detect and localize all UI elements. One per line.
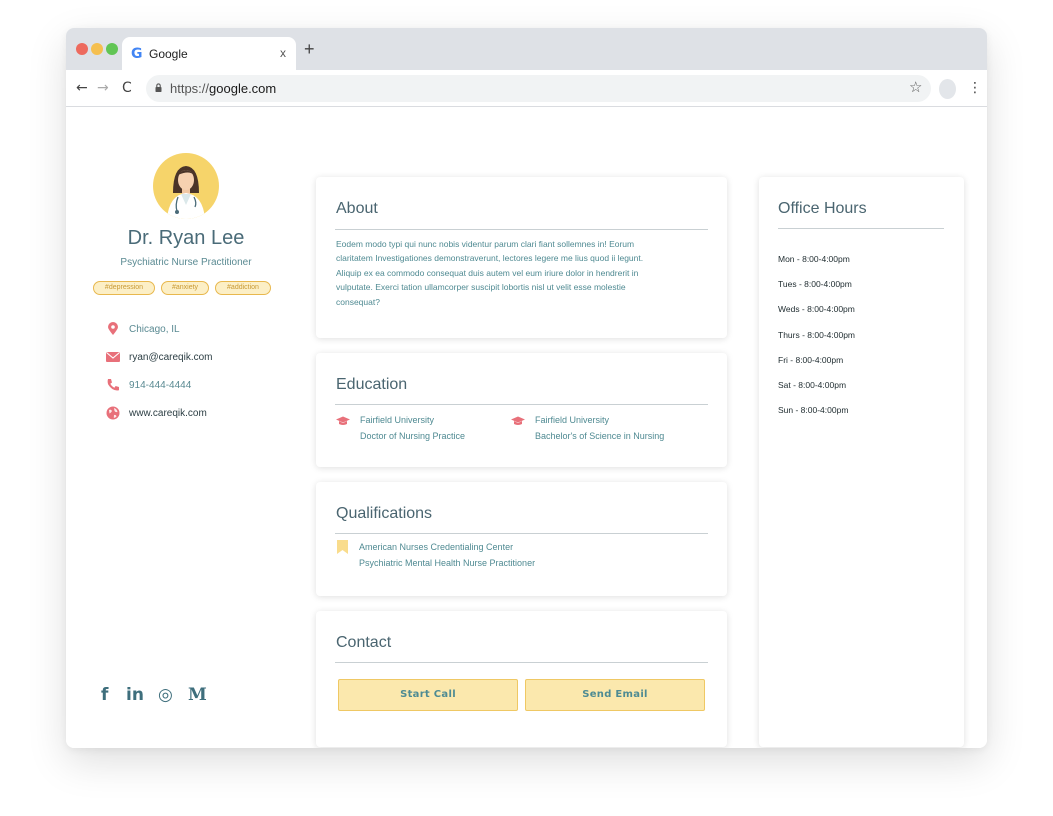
avatar	[153, 153, 219, 219]
website-item[interactable]: www.careqik.com	[106, 406, 306, 422]
email-item[interactable]: ryan@careqik.com	[106, 350, 306, 366]
about-card: About Eodem modo typi qui nunc nobis vid…	[316, 177, 727, 338]
about-line: consequat?	[336, 296, 380, 307]
about-line: Eodem modo typi qui nunc nobis videntur …	[336, 239, 635, 249]
office-hours-title: Office Hours	[778, 200, 867, 217]
social-links: f in ◎ M	[101, 685, 221, 707]
graduation-cap-icon	[336, 416, 350, 425]
contact-card: Contact Start Call Send Email	[316, 611, 727, 747]
tag-addiction[interactable]: #addiction	[215, 281, 271, 295]
tag-anxiety[interactable]: #anxiety	[161, 281, 209, 295]
website-text[interactable]: www.careqik.com	[129, 408, 207, 420]
phone-text[interactable]: 914-444-4444	[129, 380, 191, 392]
back-arrow-icon[interactable]: ←	[76, 80, 88, 96]
about-line: claritatem Investigationes demonstraveru…	[336, 253, 644, 264]
education-title: Education	[336, 376, 408, 393]
tag-list: #depression #anxiety #addiction	[93, 281, 283, 297]
globe-icon	[106, 406, 120, 420]
divider	[335, 533, 708, 534]
page-content: Dr. Ryan Lee Psychiatric Nurse Practitio…	[66, 108, 987, 748]
about-line: Aliquip ex ea commodo consequat duis aut…	[336, 267, 639, 278]
instagram-icon[interactable]: ◎	[158, 685, 173, 705]
hours-row: Mon - 8:00-4:00pm	[778, 254, 850, 264]
tab-close-button[interactable]: x	[280, 46, 286, 60]
email-text[interactable]: ryan@careqik.com	[129, 352, 213, 364]
bookmark-star-icon[interactable]: ☆	[909, 79, 922, 95]
close-window-button[interactable]	[76, 43, 88, 55]
degree-name: Bachelor's of Science in Nursing	[535, 431, 665, 441]
browser-menu-icon[interactable]: ⋮	[968, 80, 982, 96]
about-line: vulputate. Exerci tation ullamcorper sus…	[336, 282, 626, 293]
browser-toolbar: ← → C https://google.com ☆ ⋮	[66, 70, 987, 107]
address-bar[interactable]: https://google.com	[146, 75, 931, 102]
tab-bar: G Google x +	[66, 28, 987, 70]
maximize-window-button[interactable]	[106, 43, 118, 55]
url-text: https://google.com	[170, 81, 276, 96]
linkedin-icon[interactable]: in	[126, 685, 144, 705]
graduation-cap-icon	[511, 416, 525, 425]
about-text: Eodem modo typi qui nunc nobis videntur …	[336, 237, 696, 309]
hours-row: Sat - 8:00-4:00pm	[778, 380, 847, 390]
profile-title: Psychiatric Nurse Practitioner	[120, 257, 252, 268]
education-item: Fairfield University Doctor of Nursing P…	[336, 415, 506, 449]
google-favicon-icon: G	[131, 46, 143, 62]
divider	[335, 662, 708, 663]
forward-arrow-icon[interactable]: →	[97, 80, 109, 96]
hours-row: Sun - 8:00-4:00pm	[778, 405, 849, 415]
browser-window: G Google x + ← → C https://google.com ☆ …	[66, 28, 987, 748]
bookmark-icon	[337, 540, 348, 554]
minimize-window-button[interactable]	[91, 43, 103, 55]
profile-name: Dr. Ryan Lee	[127, 227, 245, 249]
divider	[778, 228, 944, 229]
education-card: Education Fairfield University Doctor of…	[316, 353, 727, 467]
new-tab-button[interactable]: +	[304, 39, 315, 59]
hours-row: Tues - 8:00-4:00pm	[778, 279, 852, 289]
qualification-org: American Nurses Credentialing Center	[359, 542, 514, 552]
school-name: Fairfield University	[360, 415, 435, 425]
phone-icon	[107, 379, 119, 391]
divider	[335, 229, 708, 230]
mail-icon	[106, 352, 120, 362]
degree-name: Doctor of Nursing Practice	[360, 431, 466, 441]
hours-row: Weds - 8:00-4:00pm	[778, 304, 855, 314]
location-text: Chicago, IL	[129, 324, 180, 335]
url-domain: google.com	[209, 81, 277, 96]
facebook-icon[interactable]: f	[101, 685, 108, 705]
profile-avatar-icon[interactable]	[939, 79, 956, 99]
hours-row: Fri - 8:00-4:00pm	[778, 355, 844, 365]
lock-icon	[155, 83, 162, 92]
browser-tab[interactable]: G Google x	[122, 37, 296, 70]
tab-title: Google	[149, 47, 188, 61]
hours-row: Thurs - 8:00-4:00pm	[778, 330, 856, 340]
reload-icon[interactable]: C	[122, 80, 132, 96]
location-pin-icon	[108, 322, 118, 335]
start-call-button[interactable]: Start Call	[338, 679, 518, 711]
divider	[335, 404, 708, 405]
medium-icon[interactable]: M	[188, 685, 207, 705]
qualification-cert: Psychiatric Mental Health Nurse Practiti…	[359, 558, 536, 568]
doctor-avatar-icon	[167, 166, 205, 219]
url-prefix: https://	[170, 81, 210, 96]
qualifications-card: Qualifications American Nurses Credentia…	[316, 482, 727, 596]
send-email-button[interactable]: Send Email	[525, 679, 705, 711]
about-title: About	[336, 200, 378, 217]
school-name: Fairfield University	[535, 415, 610, 425]
qualifications-title: Qualifications	[336, 505, 433, 522]
office-hours-card: Office Hours Mon - 8:00-4:00pm Tues - 8:…	[759, 177, 964, 747]
location-item: Chicago, IL	[106, 322, 306, 338]
tag-depression[interactable]: #depression	[93, 281, 155, 295]
contact-title: Contact	[336, 634, 392, 651]
phone-item[interactable]: 914-444-4444	[106, 378, 306, 394]
education-item: Fairfield University Bachelor's of Scien…	[511, 415, 681, 449]
